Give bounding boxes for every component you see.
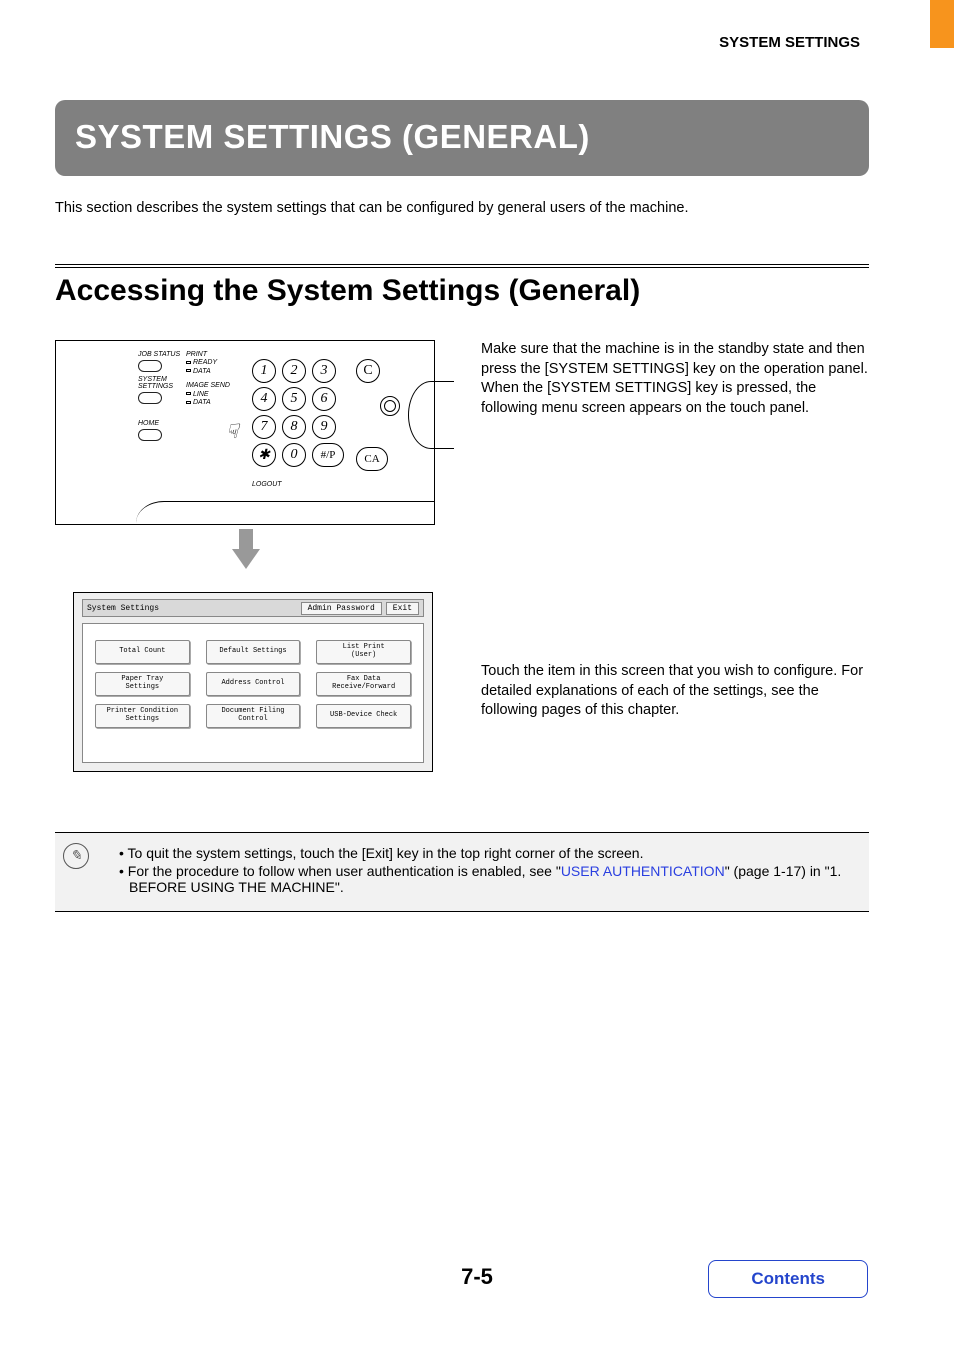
keypad-key: 0	[282, 443, 306, 467]
menu-list-print: List Print (User)	[316, 640, 411, 664]
paragraph-2: Touch the item in this screen that you w…	[481, 662, 869, 721]
page-title: SYSTEM SETTINGS (GENERAL)	[55, 100, 869, 176]
label-data1: DATA	[193, 368, 211, 375]
label-system-settings: SYSTEM SETTINGS	[138, 376, 180, 390]
menu-paper-tray: Paper Tray Settings	[95, 672, 190, 696]
keypad-side-keys: C CA	[356, 359, 388, 471]
led-icon	[186, 401, 191, 404]
c-key: C	[356, 359, 380, 383]
keypad-key: 8	[282, 415, 306, 439]
led-icon	[186, 392, 191, 395]
led-icon	[186, 361, 191, 364]
touch-screen-diagram: System Settings Admin Password Exit Tota…	[73, 592, 433, 772]
note-icon: ✎	[63, 843, 89, 869]
user-authentication-link[interactable]: USER AUTHENTICATION	[561, 863, 725, 879]
section-heading: Accessing the System Settings (General)	[55, 274, 869, 308]
down-arrow-wrap	[55, 549, 437, 574]
running-header: SYSTEM SETTINGS	[719, 34, 860, 51]
label-home: HOME	[138, 420, 180, 427]
keypad-key: 4	[252, 387, 276, 411]
panel-led-labels: PRINT READY DATA IMAGE SEND LINE DATA	[186, 351, 230, 407]
heading-rule	[55, 264, 869, 268]
label-image-send: IMAGE SEND	[186, 382, 230, 390]
down-arrow-icon	[232, 549, 260, 569]
page-content: SYSTEM SETTINGS (GENERAL) This section d…	[55, 100, 869, 912]
menu-usb-device: USB-Device Check	[316, 704, 411, 728]
softkey-icon	[138, 392, 162, 404]
softkey-icon	[138, 360, 162, 372]
menu-document-filing: Document Filing Control	[206, 704, 301, 728]
touch-title-bar: System Settings Admin Password Exit	[82, 599, 424, 617]
exit-button: Exit	[386, 602, 419, 615]
admin-password-button: Admin Password	[301, 602, 382, 615]
panel-soft-keys: JOB STATUS SYSTEM SETTINGS ☟ HOME	[138, 351, 180, 443]
softkey-icon	[138, 429, 162, 441]
led-icon	[186, 369, 191, 372]
note-2-before: For the procedure to follow when user au…	[128, 863, 561, 879]
keypad-key: 1	[252, 359, 276, 383]
note-1-text: To quit the system settings, touch the […	[128, 845, 644, 861]
menu-total-count: Total Count	[95, 640, 190, 664]
side-tab	[930, 0, 954, 48]
keypad-key: 7	[252, 415, 276, 439]
keypad-key: #/P	[312, 443, 344, 467]
row-panel: JOB STATUS SYSTEM SETTINGS ☟ HOME PRINT …	[55, 340, 869, 772]
note-item: To quit the system settings, touch the […	[119, 845, 861, 861]
paragraph-1: Make sure that the machine is in the sta…	[481, 340, 869, 418]
panel-curve	[136, 501, 434, 525]
note-item: For the procedure to follow when user au…	[119, 863, 861, 895]
touch-title: System Settings	[87, 604, 159, 613]
keypad-key: 5	[282, 387, 306, 411]
keypad-key: 6	[312, 387, 336, 411]
keypad-key: 2	[282, 359, 306, 383]
label-logout: LOGOUT	[252, 481, 282, 488]
menu-fax-data: Fax Data Receive/Forward	[316, 672, 411, 696]
label-job-status: JOB STATUS	[138, 351, 180, 358]
ca-key: CA	[356, 447, 388, 471]
menu-default-settings: Default Settings	[206, 640, 301, 664]
label-data2: DATA	[193, 399, 211, 406]
touch-menu-grid: Total Count Default Settings List Print …	[82, 623, 424, 763]
numeric-keypad: 1 2 3 4 5 6 7 8 9 ✱ 0 #/P	[252, 359, 338, 467]
right-column: Make sure that the machine is in the sta…	[481, 340, 869, 735]
keypad-key: ✱	[252, 443, 276, 467]
label-ready: READY	[193, 359, 217, 366]
panel-edge-circle	[408, 381, 454, 449]
intro-text: This section describes the system settin…	[55, 200, 869, 216]
menu-address-control: Address Control	[206, 672, 301, 696]
start-button-icon	[380, 396, 400, 416]
label-print: PRINT	[186, 351, 230, 359]
label-line: LINE	[193, 391, 209, 398]
hand-cursor-icon: ☟	[226, 419, 238, 444]
menu-printer-condition: Printer Condition Settings	[95, 704, 190, 728]
contents-button[interactable]: Contents	[708, 1260, 868, 1298]
keypad-key: 9	[312, 415, 336, 439]
note-box: ✎ To quit the system settings, touch the…	[55, 832, 869, 912]
keypad-key: 3	[312, 359, 336, 383]
note-list: To quit the system settings, touch the […	[105, 843, 861, 897]
operation-panel-diagram: JOB STATUS SYSTEM SETTINGS ☟ HOME PRINT …	[55, 340, 435, 525]
